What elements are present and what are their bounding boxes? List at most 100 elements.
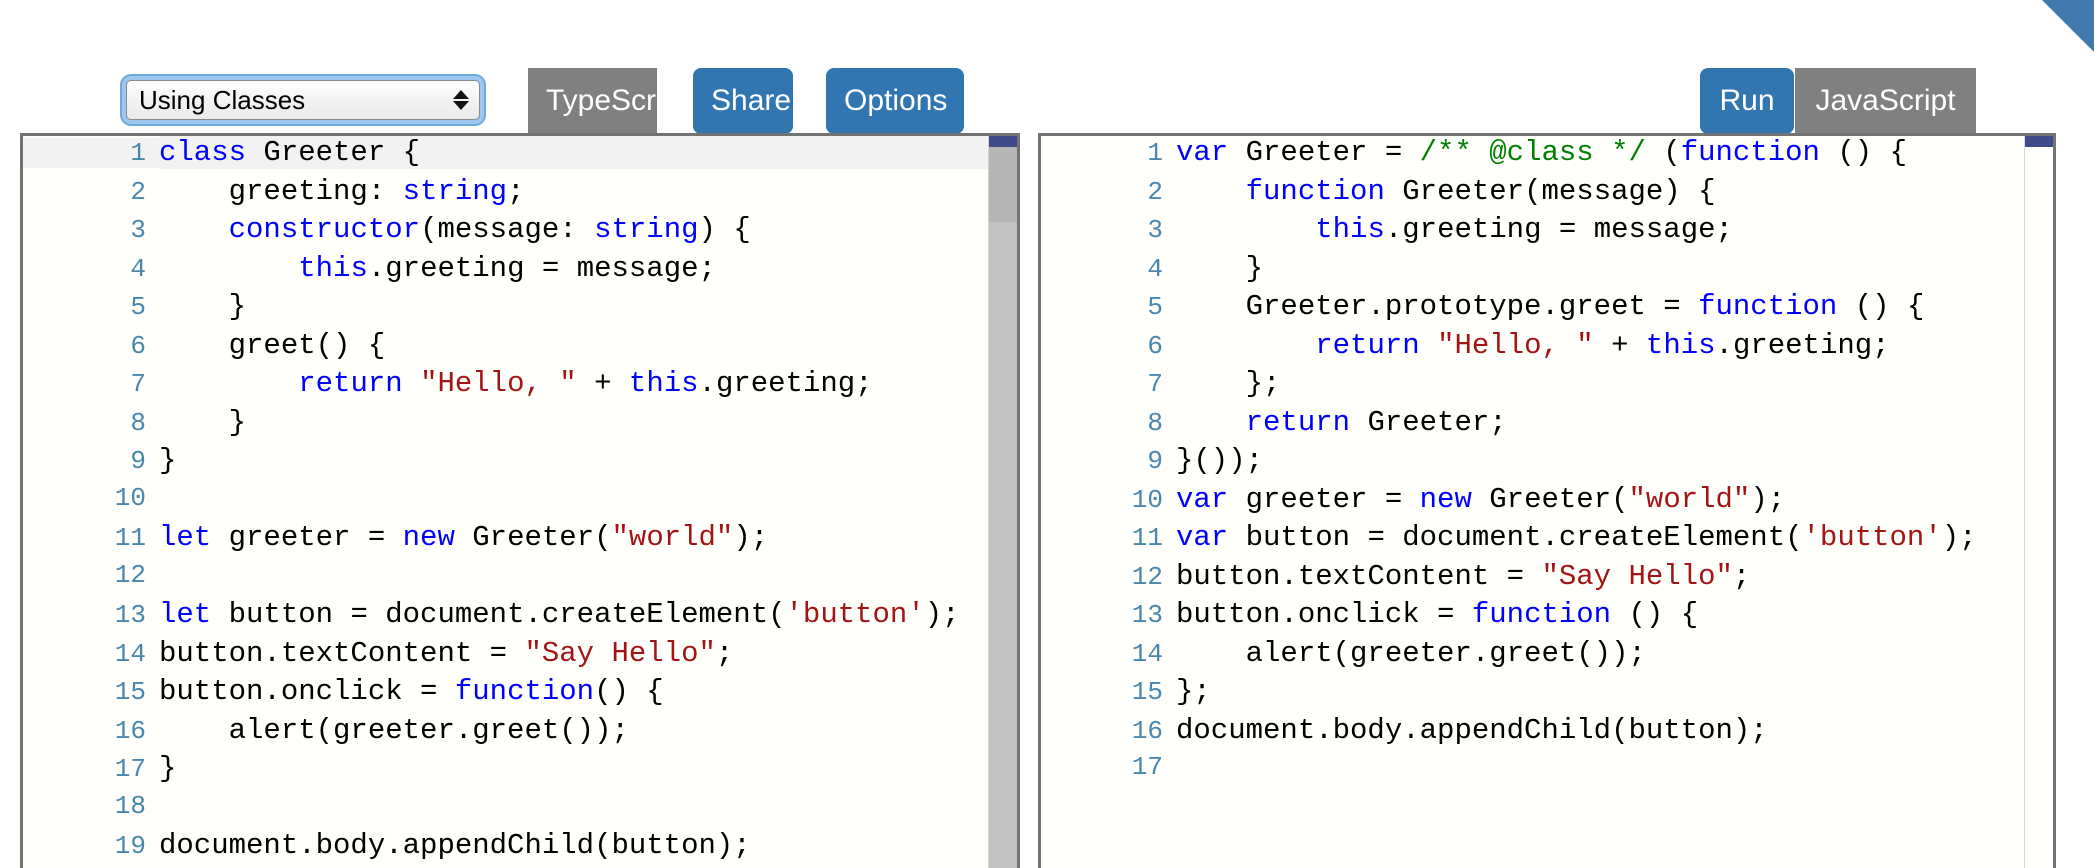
code-line[interactable]: 1 class Greeter { [23,136,1017,175]
code-line-text: alert(greeter.greet()); [1176,637,2053,670]
code-token: Greeter(message) { [1384,174,1716,208]
code-token: return [1315,328,1420,362]
options-button[interactable]: Options [826,68,964,134]
code-token: document.body.appendChild(button); [1176,713,1768,747]
code-line[interactable]: 2 greeting: string; [23,175,1017,214]
code-token: ; [507,174,525,208]
code-line[interactable]: 18 [23,791,1017,830]
code-token: string [594,213,699,246]
code-token: () { [594,675,664,708]
code-token: greeter = [211,521,403,554]
code-token: .greeting = message; [1384,213,1733,246]
code-token: Greeter.prototype.greet = [1176,290,1699,323]
line-number: 1 [1147,138,1163,168]
code-line[interactable]: 5 } [23,290,1017,329]
code-token: } [159,752,177,785]
javascript-editor[interactable]: 1 var Greeter = /** @class */ (function (… [1038,133,2056,868]
corner-ribbon-icon[interactable] [2042,0,2094,52]
code-line[interactable]: 14 alert(greeter.greet()); [1041,637,2053,676]
code-line[interactable]: 6 greet() { [23,329,1017,368]
code-line[interactable]: 10 var greeter = new Greeter("world"); [1041,483,2053,522]
code-token: button.textContent = [159,636,525,670]
line-number: 16 [114,715,146,746]
line-number: 9 [130,446,146,476]
code-token: let [159,598,212,631]
typescript-editor[interactable]: 1 class Greeter {2 greeting: string; 3 con… [20,133,1020,868]
line-number: 6 [130,330,146,361]
code-line[interactable]: 2 function Greeter(message) { [1041,175,2053,214]
code-token: ); [733,521,769,554]
code-token: "world" [611,521,734,554]
code-line[interactable]: 9}()); [1041,444,2053,483]
code-line[interactable]: 1 var Greeter = /** @class */ (function (… [1041,136,2053,175]
code-line[interactable]: 15}; [1041,675,2053,714]
code-line[interactable]: 5 Greeter.prototype.greet = function () … [1041,290,2053,329]
line-number: 4 [1147,253,1163,284]
code-line[interactable]: 8 } [23,406,1017,445]
code-token: greeter = [1228,482,1420,516]
code-line[interactable]: 7 return "Hello, " + this.greeting; [23,367,1017,406]
code-token: function [1698,290,1838,323]
tab-javascript[interactable]: JavaScript [1795,68,1976,134]
code-line-text: this.greeting = message; [159,252,1017,285]
sample-selector-value-box[interactable]: Using Classes [126,80,480,120]
javascript-editor-scrollbar[interactable] [2024,136,2053,868]
code-token: "Say Hello" [1541,559,1733,593]
code-line-text: return Greeter; [1176,406,2053,439]
scrollbar-thumb[interactable] [989,147,1017,222]
code-token: button.textContent = [1176,559,1542,593]
code-token: this [628,367,699,400]
code-token: button = document.createElement( [1228,521,1803,554]
code-line[interactable]: 14 button.textContent = "Say Hello"; [23,637,1017,676]
code-line[interactable]: 12 button.textContent = "Say Hello"; [1041,560,2053,599]
code-line-text: }; [1176,367,2053,400]
code-token: Greeter( [1471,482,1629,516]
code-line-text: return "Hello, " + this.greeting; [1176,329,2053,362]
code-line-text: } [159,406,1017,439]
line-number: 8 [130,407,146,438]
code-line[interactable]: 4 this.greeting = message; [23,252,1017,291]
code-line[interactable]: 11 var button = document.createElement('b… [1041,521,2053,560]
share-button[interactable]: Share [693,68,793,134]
code-line[interactable]: 3 this.greeting = message; [1041,213,2053,252]
line-number: 6 [1147,330,1163,361]
code-line[interactable]: 17 [1041,752,2053,791]
code-line[interactable]: 7 }; [1041,367,2053,406]
code-line[interactable]: 3 constructor(message: string) { [23,213,1017,252]
typescript-editor-scrollbar[interactable] [988,136,1017,868]
run-button[interactable]: Run [1700,68,1794,134]
code-line[interactable]: 16 document.body.appendChild(button); [1041,714,2053,753]
code-line[interactable]: 13 button.onclick = function () { [1041,598,2053,637]
javascript-code-area[interactable]: 1 var Greeter = /** @class */ (function (… [1041,136,2053,868]
code-line[interactable]: 13 let button = document.createElement('b… [23,598,1017,637]
code-line-text: greeting: string; [159,175,1017,208]
code-line[interactable]: 15 button.onclick = function() { [23,675,1017,714]
code-line[interactable]: 9} [23,444,1017,483]
code-line[interactable]: 4 } [1041,252,2053,291]
typescript-code-area[interactable]: 1 class Greeter {2 greeting: string; 3 con… [23,136,1017,868]
code-line[interactable]: 16 alert(greeter.greet()); [23,714,1017,753]
line-number: 12 [114,559,146,590]
code-token: + [1593,328,1646,362]
code-line-text: constructor(message: string) { [159,213,1017,246]
code-line[interactable]: 11 let greeter = new Greeter("world"); [23,521,1017,560]
code-token: string [402,174,508,208]
code-token: .greeting = message; [367,251,716,285]
sample-selector[interactable]: Using Classes [122,76,484,124]
code-token: Greeter = [1228,136,1420,169]
code-line[interactable]: 19 document.body.appendChild(button); [23,829,1017,868]
toolbar: Using Classes TypeScript Share Options R… [0,0,2094,137]
code-token: ) { [698,213,751,246]
code-line[interactable]: 10 [23,483,1017,522]
code-token: ( [1645,136,1681,169]
code-line[interactable]: 12 [23,560,1017,599]
code-line-text: var greeter = new Greeter("world"); [1176,483,2053,516]
code-line[interactable]: 17} [23,752,1017,791]
code-token: function [1680,136,1820,169]
code-line[interactable]: 8 return Greeter; [1041,406,2053,445]
code-line[interactable]: 6 return "Hello, " + this.greeting; [1041,329,2053,368]
tab-typescript[interactable]: TypeScript [528,68,688,134]
code-token: } [159,290,247,323]
code-token: "Hello, " [420,367,577,400]
